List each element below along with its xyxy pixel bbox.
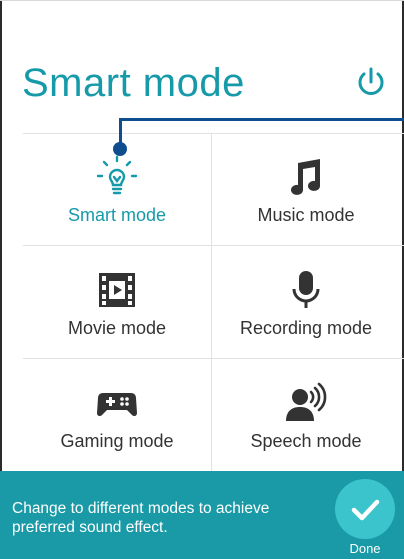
mode-label: Music mode xyxy=(257,205,355,225)
mode-grid: Smart mode Music mode Movie mode Recordi… xyxy=(23,133,404,471)
lightbulb-icon xyxy=(96,155,138,195)
film-icon xyxy=(99,273,135,307)
done-label: Done xyxy=(349,541,381,556)
done-button[interactable] xyxy=(335,479,395,539)
page-title: Smart mode xyxy=(22,61,245,105)
mode-speech[interactable]: Speech mode xyxy=(212,359,400,471)
callout-line xyxy=(119,118,404,121)
mode-label: Movie mode xyxy=(67,318,167,338)
callout-dot xyxy=(113,142,127,156)
mode-label: Smart mode xyxy=(67,205,167,225)
mode-movie[interactable]: Movie mode xyxy=(23,246,211,358)
mode-music[interactable]: Music mode xyxy=(212,133,400,245)
screen: Smart mode Smart mode Music mode Movie m… xyxy=(0,0,404,559)
hint-footer: Change to different modes to achieve pre… xyxy=(0,471,404,559)
hint-text: Change to different modes to achieve pre… xyxy=(12,500,270,536)
power-icon[interactable] xyxy=(354,65,388,99)
microphone-icon xyxy=(292,271,320,308)
mode-label: Gaming mode xyxy=(60,431,174,451)
music-note-icon xyxy=(291,159,320,195)
mode-recording[interactable]: Recording mode xyxy=(212,246,400,358)
checkmark-icon xyxy=(351,499,380,521)
speaking-person-icon xyxy=(286,382,327,421)
gamepad-icon xyxy=(97,393,137,417)
mode-label: Speech mode xyxy=(250,431,362,451)
mode-gaming[interactable]: Gaming mode xyxy=(23,359,211,471)
mode-label: Recording mode xyxy=(239,318,373,338)
